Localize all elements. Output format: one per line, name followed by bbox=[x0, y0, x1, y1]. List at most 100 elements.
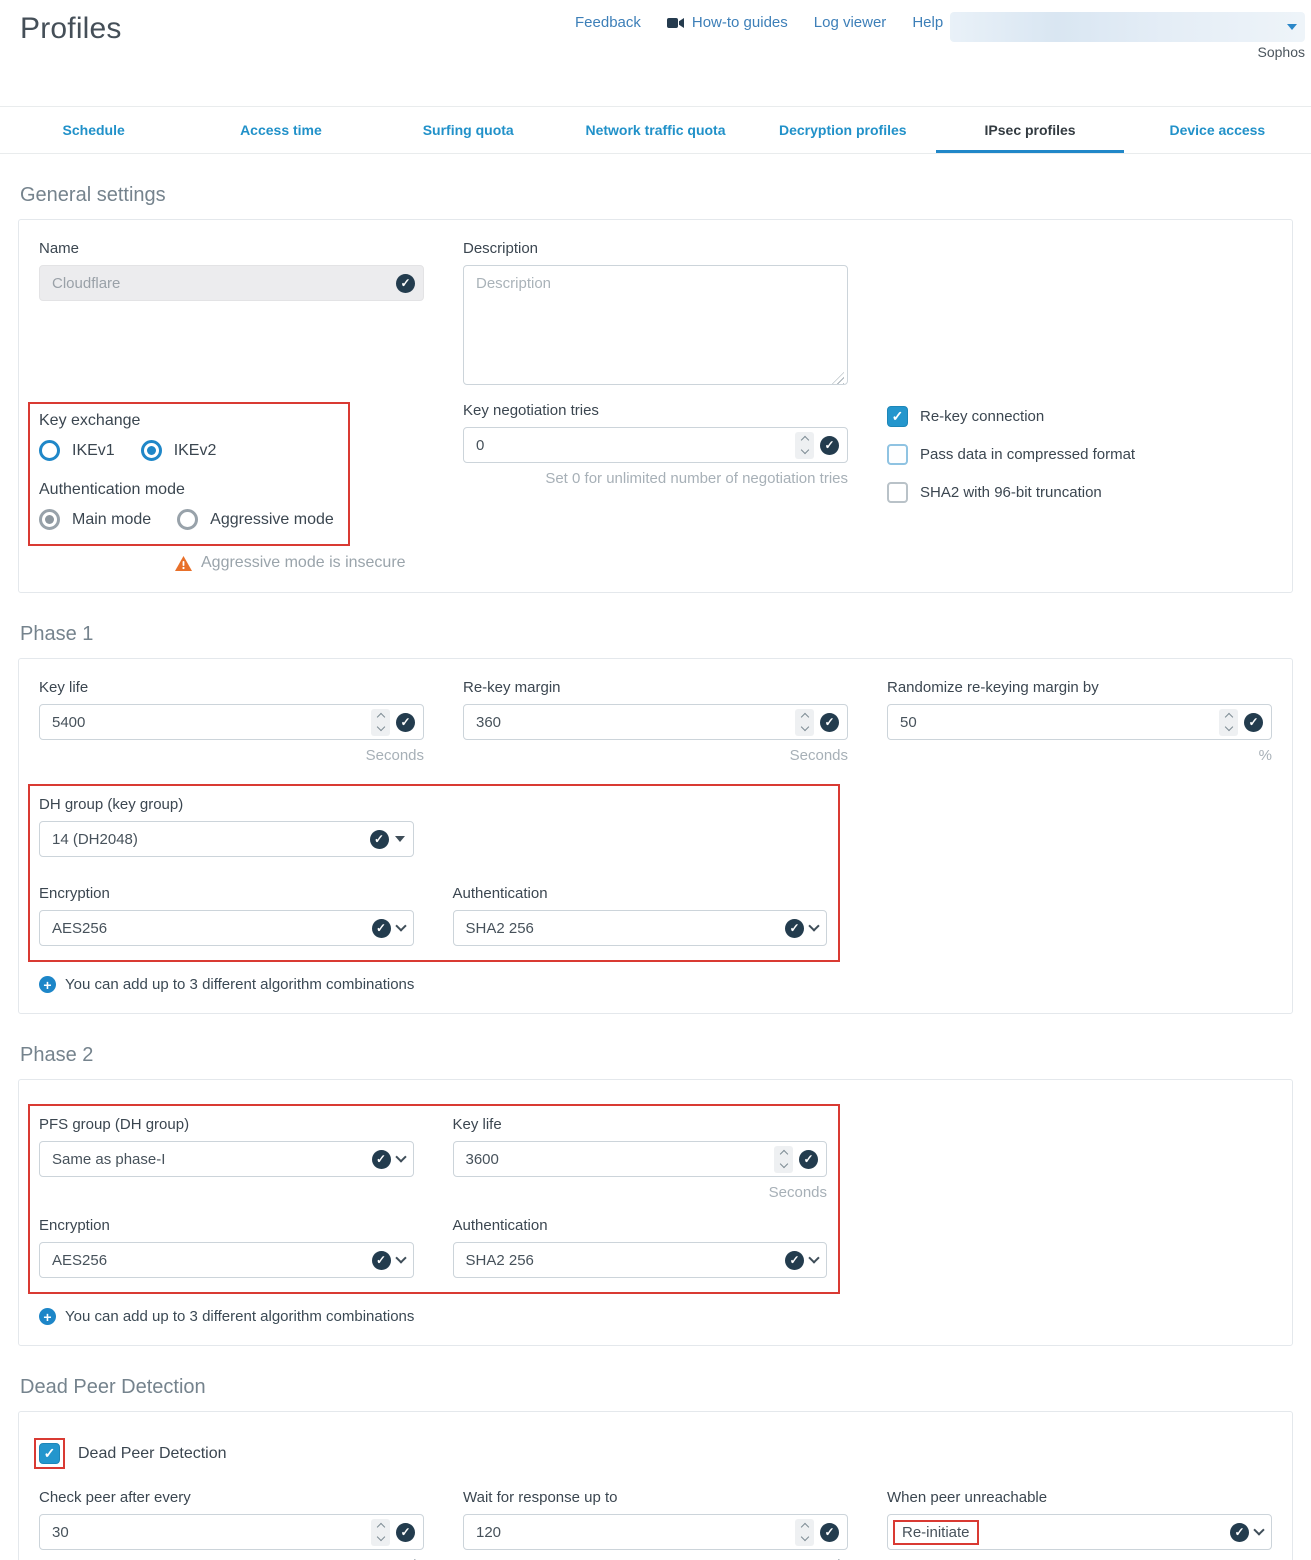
tab-schedule[interactable]: Schedule bbox=[0, 107, 187, 153]
rekey-margin-unit: Seconds bbox=[463, 747, 848, 764]
phase2-authentication-select[interactable]: SHA2 256 ✓ bbox=[453, 1242, 828, 1278]
key-negotiation-field[interactable]: ✓ bbox=[463, 427, 848, 463]
tab-surfing-quota[interactable]: Surfing quota bbox=[375, 107, 562, 153]
rekey-margin-label: Re-key margin bbox=[463, 679, 848, 696]
valid-check-icon: ✓ bbox=[799, 1150, 818, 1169]
number-stepper[interactable] bbox=[371, 1519, 390, 1546]
phase1-add-hint-text: You can add up to 3 different algorithm … bbox=[65, 976, 414, 993]
rekey-margin-field[interactable]: ✓ bbox=[463, 704, 848, 740]
phase2-authentication-value: SHA2 256 bbox=[466, 1252, 534, 1269]
phase2-key-life-label: Key life bbox=[453, 1116, 828, 1133]
number-stepper[interactable] bbox=[795, 432, 814, 459]
dh-group-select[interactable]: 14 (DH2048) ✓ bbox=[39, 821, 414, 857]
phase2-encryption-select[interactable]: AES256 ✓ bbox=[39, 1242, 414, 1278]
check-peer-input[interactable] bbox=[52, 1524, 353, 1541]
radio-ikev1[interactable] bbox=[39, 440, 60, 461]
tab-ipsec-profiles[interactable]: IPsec profiles bbox=[936, 107, 1123, 153]
howto-guides-label: How-to guides bbox=[692, 14, 788, 31]
general-settings-panel: Name ✓ Description Key exchange IKEv1 bbox=[18, 219, 1293, 593]
dh-group-label: DH group (key group) bbox=[39, 796, 414, 813]
plus-icon: + bbox=[39, 1308, 56, 1325]
phase1-authentication-select[interactable]: SHA2 256 ✓ bbox=[453, 910, 828, 946]
phase2-encryption-value: AES256 bbox=[52, 1252, 107, 1269]
phase2-key-life-field[interactable]: ✓ bbox=[453, 1141, 828, 1177]
checkbox-dead-peer-detection[interactable]: ✓ bbox=[39, 1443, 60, 1464]
description-label: Description bbox=[463, 240, 848, 257]
key-negotiation-input[interactable] bbox=[476, 437, 777, 454]
phase2-title: Phase 2 bbox=[20, 1044, 1291, 1067]
randomize-input[interactable] bbox=[900, 714, 1201, 731]
chevron-down-icon bbox=[395, 1151, 406, 1162]
phase2-add-combination[interactable]: + You can add up to 3 different algorith… bbox=[39, 1308, 1272, 1325]
valid-check-icon: ✓ bbox=[396, 713, 415, 732]
help-link[interactable]: Help bbox=[912, 14, 943, 31]
feedback-link[interactable]: Feedback bbox=[575, 14, 641, 31]
name-label: Name bbox=[39, 240, 424, 257]
phase1-key-life-field[interactable]: ✓ bbox=[39, 704, 424, 740]
phase1-key-life-label: Key life bbox=[39, 679, 424, 696]
tab-device-access[interactable]: Device access bbox=[1124, 107, 1311, 153]
pfs-group-select[interactable]: Same as phase-I ✓ bbox=[39, 1141, 414, 1177]
header-nav: Feedback How-to guides Log viewer Help bbox=[575, 14, 943, 31]
check-peer-field[interactable]: ✓ bbox=[39, 1514, 424, 1550]
number-stepper[interactable] bbox=[795, 1519, 814, 1546]
sha2-truncation-label: SHA2 with 96-bit truncation bbox=[920, 484, 1102, 501]
feedback-label: Feedback bbox=[575, 14, 641, 31]
account-selector[interactable] bbox=[950, 12, 1305, 42]
rekey-connection-label: Re-key connection bbox=[920, 408, 1044, 425]
when-unreachable-select[interactable]: Re-initiate ✓ bbox=[887, 1514, 1272, 1550]
pfs-group-value: Same as phase-I bbox=[52, 1151, 165, 1168]
log-viewer-link[interactable]: Log viewer bbox=[814, 14, 887, 31]
number-stepper[interactable] bbox=[1219, 709, 1238, 736]
radio-ikev2[interactable] bbox=[141, 440, 162, 461]
dpd-title: Dead Peer Detection bbox=[20, 1376, 1291, 1399]
help-label: Help bbox=[912, 14, 943, 31]
phase1-encryption-label: Encryption bbox=[39, 885, 414, 902]
randomize-label: Randomize re-keying margin by bbox=[887, 679, 1272, 696]
randomize-unit: % bbox=[887, 747, 1272, 764]
aggressive-warning-text: Aggressive mode is insecure bbox=[201, 554, 406, 572]
number-stepper[interactable] bbox=[774, 1146, 793, 1173]
dpd-enable-label: Dead Peer Detection bbox=[78, 1445, 227, 1463]
rekey-margin-input[interactable] bbox=[476, 714, 777, 731]
wait-response-label: Wait for response up to bbox=[463, 1489, 848, 1506]
phase1-add-combination[interactable]: + You can add up to 3 different algorith… bbox=[39, 976, 1272, 993]
number-stepper[interactable] bbox=[795, 709, 814, 736]
valid-check-icon: ✓ bbox=[372, 1150, 391, 1169]
description-textarea[interactable] bbox=[463, 265, 848, 385]
valid-check-icon: ✓ bbox=[820, 1523, 839, 1542]
wait-response-field[interactable]: ✓ bbox=[463, 1514, 848, 1550]
when-unreachable-label: When peer unreachable bbox=[887, 1489, 1272, 1506]
key-negotiation-label: Key negotiation tries bbox=[463, 402, 848, 419]
tab-network-traffic-quota[interactable]: Network traffic quota bbox=[562, 107, 749, 153]
general-settings-title: General settings bbox=[20, 184, 1291, 207]
checkbox-rekey-connection[interactable]: ✓ bbox=[887, 406, 908, 427]
wait-response-input[interactable] bbox=[476, 1524, 777, 1541]
tab-access-time[interactable]: Access time bbox=[187, 107, 374, 153]
checkbox-compressed-format[interactable] bbox=[887, 444, 908, 465]
phase1-panel: Key life ✓ Seconds Re-key margin ✓ Secon… bbox=[18, 658, 1293, 1014]
warning-icon bbox=[175, 556, 192, 571]
radio-main-mode bbox=[39, 509, 60, 530]
radio-main-mode-label: Main mode bbox=[72, 511, 151, 529]
valid-check-icon: ✓ bbox=[396, 274, 415, 293]
pfs-group-label: PFS group (DH group) bbox=[39, 1116, 414, 1133]
radio-aggressive-mode-label: Aggressive mode bbox=[210, 511, 334, 529]
radio-aggressive-mode bbox=[177, 509, 198, 530]
caret-down-icon bbox=[395, 836, 405, 842]
name-field: ✓ bbox=[39, 265, 424, 301]
tab-bar: Schedule Access time Surfing quota Netwo… bbox=[0, 106, 1311, 154]
phase1-key-life-input[interactable] bbox=[52, 714, 353, 731]
number-stepper[interactable] bbox=[371, 709, 390, 736]
randomize-field[interactable]: ✓ bbox=[887, 704, 1272, 740]
radio-ikev1-label: IKEv1 bbox=[72, 442, 115, 460]
howto-guides-link[interactable]: How-to guides bbox=[667, 14, 788, 31]
phase2-key-life-input[interactable] bbox=[466, 1151, 757, 1168]
brand-label: Sophos bbox=[950, 44, 1305, 60]
compressed-format-label: Pass data in compressed format bbox=[920, 446, 1135, 463]
phase2-algorithms-annotation-box: PFS group (DH group) Same as phase-I ✓ K… bbox=[28, 1104, 840, 1294]
tab-decryption-profiles[interactable]: Decryption profiles bbox=[749, 107, 936, 153]
phase1-encryption-select[interactable]: AES256 ✓ bbox=[39, 910, 414, 946]
checkbox-sha2-truncation[interactable] bbox=[887, 482, 908, 503]
phase1-key-life-unit: Seconds bbox=[39, 747, 424, 764]
